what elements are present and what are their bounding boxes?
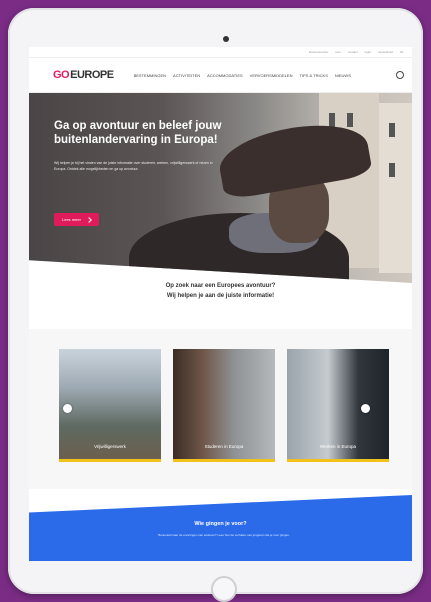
intro-line: Wij helpen je aan de juiste informatie!	[166, 293, 275, 299]
building-image	[379, 103, 412, 273]
window-image	[347, 113, 353, 127]
utility-link[interactable]: nieuwsbrief	[378, 50, 393, 54]
card-label: Werken in Europa	[320, 444, 356, 449]
intro-section: Op zoek naar een Europees avontuur? Wij …	[29, 281, 412, 329]
nav-item[interactable]: Accommodaties	[207, 73, 242, 78]
home-button[interactable]	[211, 576, 237, 602]
nav-item[interactable]: Bestemmingen	[134, 73, 166, 78]
band-text: Benieuwd naar de ervaringen van anderen?…	[158, 533, 290, 537]
hero-cta-label: Lees meer	[62, 217, 81, 222]
logo-go: GO	[53, 69, 70, 81]
arrow-right-icon	[86, 216, 92, 223]
utility-link[interactable]: klantenservice	[309, 50, 328, 54]
utility-link[interactable]: over	[335, 50, 341, 54]
utility-link[interactable]: NL	[400, 50, 404, 54]
card-work[interactable]: Werken in Europa	[287, 349, 389, 462]
utility-bar: klantenservice over contact login nieuws…	[29, 47, 412, 58]
main-nav: GO EUROPE Bestemmingen Activiteiten Acco…	[29, 58, 412, 93]
nav-menu: Bestemmingen Activiteiten Accommodaties …	[134, 73, 351, 78]
logo-europe: EUROPE	[70, 69, 114, 81]
hero-banner: Ga op avontuur en beleef jouw buitenland…	[29, 93, 412, 283]
card-volunteer[interactable]: Vrijwilligerswerk	[59, 349, 161, 462]
band-title: Wie gingen je voor?	[194, 521, 247, 527]
nav-item[interactable]: Vervoersmiddelen	[250, 73, 293, 78]
window-image	[389, 163, 395, 177]
card-label: Studeren in Europa	[204, 444, 244, 449]
window-image	[389, 123, 395, 137]
carousel-prev-icon[interactable]	[63, 404, 72, 413]
nav-item[interactable]: Activiteiten	[173, 73, 200, 78]
card-label: Vrijwilligerswerk	[94, 444, 126, 449]
hero-text: Wij helpen je bij het vinden van de juis…	[54, 161, 213, 171]
testimonials-band: Wie gingen je voor? Benieuwd naar de erv…	[29, 495, 412, 561]
nav-item[interactable]: Tips & Tricks	[299, 73, 327, 78]
logo[interactable]: GO EUROPE	[53, 69, 114, 81]
hero-title: Ga op avontuur en beleef jouw buitenland…	[54, 120, 222, 146]
hero-cta-button[interactable]: Lees meer	[54, 213, 99, 226]
window-image	[329, 113, 335, 127]
camera-dot	[223, 36, 229, 42]
cards-carousel: Vrijwilligerswerk Studeren in Europa Wer…	[29, 329, 412, 489]
website-screen: klantenservice over contact login nieuws…	[29, 47, 412, 561]
utility-link[interactable]: login	[365, 50, 371, 54]
utility-link[interactable]: contact	[348, 50, 358, 54]
intro-line: Op zoek naar een Europees avontuur?	[165, 283, 276, 289]
nav-item[interactable]: Nieuws	[335, 73, 351, 78]
carousel-next-icon[interactable]	[361, 404, 370, 413]
search-icon[interactable]	[396, 71, 404, 79]
card-study[interactable]: Studeren in Europa	[173, 349, 275, 462]
